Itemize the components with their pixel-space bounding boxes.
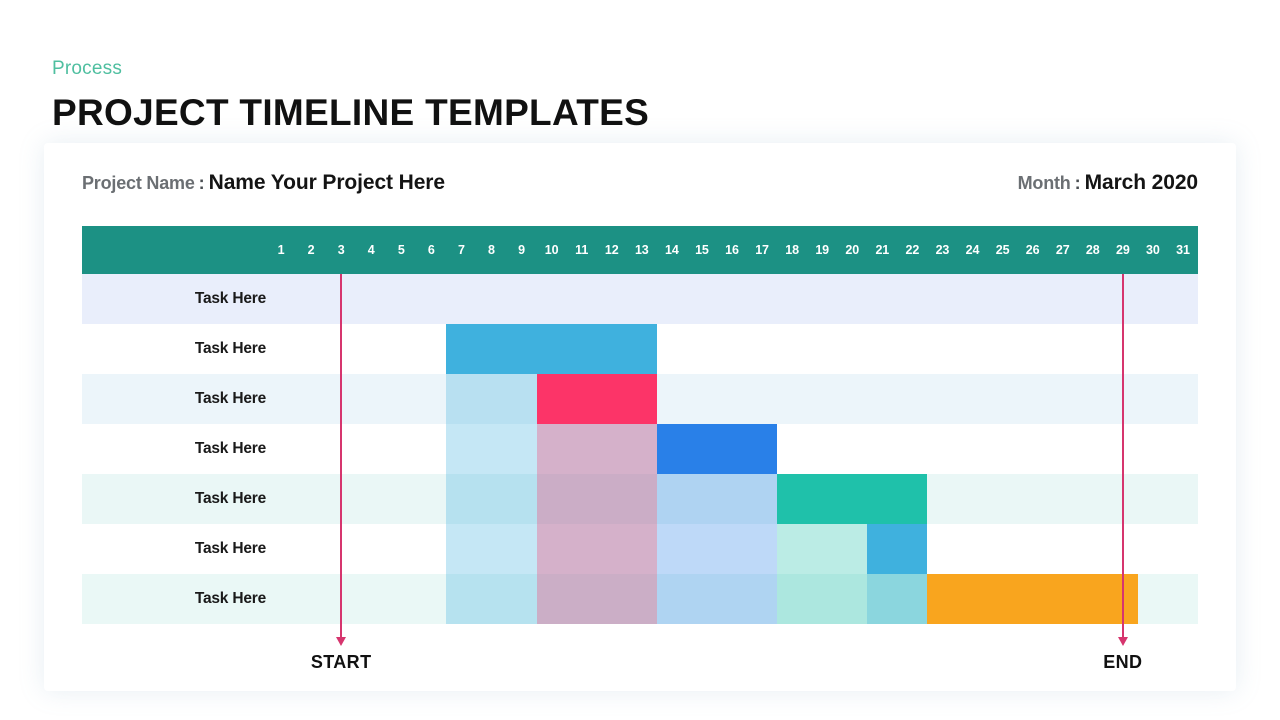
day-header-16: 16 bbox=[725, 243, 739, 257]
day-header-8: 8 bbox=[488, 243, 495, 257]
end-marker-label: END bbox=[1103, 652, 1143, 672]
start-marker-arrow-icon bbox=[336, 637, 347, 646]
slide-canvas: Process PROJECT TIMELINE TEMPLATES Proje… bbox=[0, 0, 1280, 720]
day-header-12: 12 bbox=[604, 243, 619, 257]
end-marker-line bbox=[1121, 274, 1124, 637]
day-header-11: 11 bbox=[575, 243, 589, 257]
project-name-value[interactable]: Name Your Project Here bbox=[209, 171, 445, 194]
task-label: Task Here bbox=[194, 490, 266, 507]
day-header-19: 19 bbox=[815, 243, 830, 257]
day-header-10: 10 bbox=[544, 243, 559, 257]
table-row[interactable]: Task Here bbox=[82, 574, 1198, 624]
day-header-25: 25 bbox=[995, 243, 1010, 257]
meta-row: Project Name: Name Your Project Here Mont… bbox=[82, 171, 1198, 203]
start-marker-line bbox=[340, 274, 343, 637]
day-header-29: 29 bbox=[1115, 243, 1130, 257]
day-header-17: 17 bbox=[755, 243, 769, 257]
month-colon: : bbox=[1074, 173, 1081, 193]
project-name-label: Project Name bbox=[82, 173, 195, 193]
timeline-card: Project Name: Name Your Project Here Mont… bbox=[44, 143, 1236, 691]
day-header-31: 31 bbox=[1176, 243, 1190, 257]
day-header-6: 6 bbox=[427, 243, 435, 257]
task-label: Task Here bbox=[194, 590, 266, 607]
day-header-9: 9 bbox=[518, 243, 525, 257]
table-row[interactable]: Task Here bbox=[82, 324, 1198, 374]
day-header-7: 7 bbox=[457, 243, 465, 257]
table-row[interactable]: Task Here bbox=[82, 424, 1198, 474]
day-header-30: 30 bbox=[1146, 243, 1160, 257]
table-row[interactable]: Task Here bbox=[82, 524, 1198, 574]
table-row[interactable]: Task Here bbox=[82, 374, 1198, 424]
month-value[interactable]: March 2020 bbox=[1085, 171, 1199, 194]
table-row[interactable]: Task Here bbox=[82, 474, 1198, 524]
day-header-28: 28 bbox=[1085, 243, 1100, 257]
task-label: Task Here bbox=[194, 440, 266, 457]
gantt-chart: 1 2 3 4 5 6 7 8 9 10 11 12 13 14 15 16 17 18 19 20 21 22 23 24 2… bbox=[82, 226, 1198, 625]
task-label: Task Here bbox=[194, 540, 266, 557]
day-header-21: 21 bbox=[875, 243, 890, 257]
day-header-4: 4 bbox=[367, 243, 375, 257]
day-header-14: 14 bbox=[665, 243, 679, 257]
day-header-23: 23 bbox=[935, 243, 950, 257]
task-label: Task Here bbox=[194, 340, 266, 357]
eyebrow-label: Process bbox=[52, 58, 123, 79]
table-row[interactable]: Task Here bbox=[82, 274, 1198, 324]
project-name-colon: : bbox=[198, 173, 205, 193]
day-axis-header: 1 2 3 4 5 6 7 8 9 10 11 12 13 14 15 16 17 18 19 20 21 22 23 24 2… bbox=[82, 226, 1198, 274]
day-header-18: 18 bbox=[785, 243, 799, 257]
month-label: Month bbox=[1017, 173, 1071, 193]
day-header-20: 20 bbox=[845, 243, 860, 257]
day-header-5: 5 bbox=[397, 243, 405, 257]
day-header-13: 13 bbox=[634, 243, 649, 257]
month-group: Month: March 2020 bbox=[1018, 171, 1198, 195]
day-header-15: 15 bbox=[695, 243, 709, 257]
day-header-26: 26 bbox=[1025, 243, 1040, 257]
page-title: PROJECT TIMELINE TEMPLATES bbox=[52, 92, 650, 133]
task-label: Task Here bbox=[194, 290, 266, 307]
task-rows: Task Here Task Here Task Here Task Here Task… bbox=[82, 274, 1198, 624]
day-header-3: 3 bbox=[337, 243, 345, 257]
day-header-24: 24 bbox=[965, 243, 980, 257]
day-header-22: 22 bbox=[905, 243, 920, 257]
end-marker-arrow-icon bbox=[1117, 637, 1128, 646]
day-header-2: 2 bbox=[307, 243, 315, 257]
project-name-group: Project Name: Name Your Project Here bbox=[82, 171, 445, 195]
day-header-27: 27 bbox=[1055, 243, 1070, 257]
task-label: Task Here bbox=[194, 390, 266, 407]
day-header-1: 1 bbox=[277, 243, 285, 257]
start-marker-label: START bbox=[310, 652, 372, 672]
